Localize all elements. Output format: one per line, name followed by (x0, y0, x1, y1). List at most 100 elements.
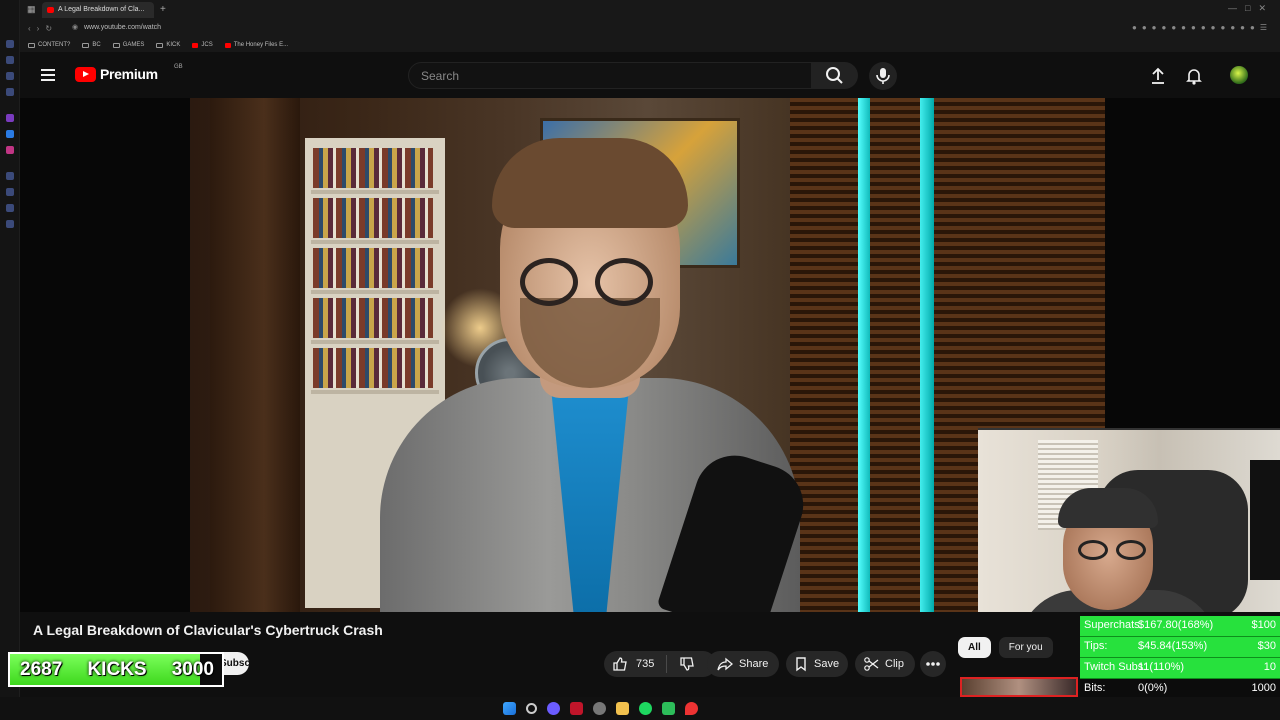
bookmark-item[interactable]: KICK (156, 42, 180, 48)
goal-target: $100 (1251, 619, 1276, 631)
like-dislike-group: 735 (604, 651, 716, 677)
related-video-thumbnail[interactable] (960, 677, 1078, 697)
taskbar-search-icon[interactable] (525, 703, 537, 714)
save-button[interactable]: Save (786, 651, 848, 677)
hamburger-menu-icon[interactable] (41, 69, 55, 81)
bookmark-label: The Honey Files E... (233, 42, 289, 48)
kicks-label: KICKS (87, 659, 147, 680)
browser-side-rail (0, 0, 20, 720)
dislike-button[interactable] (667, 656, 695, 672)
taskbar-app-icon[interactable] (684, 702, 698, 715)
bell-icon (1186, 69, 1202, 85)
goal-row: Twitch Subs: 11(110%) 10 (1080, 658, 1280, 678)
rail-icon[interactable] (6, 220, 14, 228)
scene-door (210, 98, 300, 612)
bookmark-label: GAMES (122, 42, 145, 48)
taskbar-app-icon[interactable] (592, 702, 606, 715)
rail-icon[interactable] (6, 40, 14, 48)
tab-title: A Legal Breakdown of Cla... (58, 6, 145, 13)
clip-button[interactable]: Clip (855, 651, 915, 677)
youtube-play-icon (75, 66, 96, 82)
like-button[interactable]: 735 (604, 656, 654, 672)
messenger-icon[interactable] (6, 130, 14, 138)
window-controls[interactable]: —□✕ (1228, 3, 1274, 14)
file-explorer-icon[interactable] (615, 702, 629, 715)
more-actions-button[interactable] (920, 651, 946, 677)
region-code: GB (174, 64, 183, 70)
rail-icon[interactable] (6, 204, 14, 212)
site-info-icon[interactable]: ◉ (72, 23, 78, 31)
opera-gx-icon[interactable] (546, 702, 560, 715)
tab-strip: ▦ A Legal Breakdown of Cla... + —□✕ (20, 0, 1280, 20)
goal-label: Twitch Subs: (1084, 661, 1147, 673)
thumbs-up-icon (613, 657, 627, 671)
goal-target: 1000 (1251, 682, 1276, 694)
folder-icon (82, 42, 90, 48)
address-bar-row: ‹›↻ ◉ www.youtube.com/watch ●●●●●●●●●●●●… (20, 20, 1280, 38)
share-button[interactable]: Share (707, 651, 779, 677)
rail-icon[interactable] (6, 88, 14, 96)
url-field[interactable]: www.youtube.com/watch (84, 24, 161, 31)
nav-buttons-icon[interactable]: ‹›↻ (28, 24, 58, 33)
instagram-icon[interactable] (6, 146, 14, 154)
upload-button[interactable] (1148, 66, 1168, 86)
related-filter-chips: All For you (958, 637, 1053, 658)
scene-light-strip (858, 98, 870, 612)
youtube-premium-logo[interactable]: Premium GB (75, 64, 183, 82)
goal-value: $167.80(168%) (1138, 619, 1214, 631)
folder-icon (112, 42, 120, 48)
account-avatar[interactable] (1230, 66, 1248, 84)
youtube-favicon-icon (47, 7, 54, 13)
share-icon (717, 657, 733, 671)
goal-label: Bits: (1084, 682, 1106, 694)
chip-for-you[interactable]: For you (998, 637, 1053, 658)
goal-row: Superchats: $167.80(168%) $100 (1080, 616, 1280, 636)
tab-menu-icon[interactable]: ▦ (27, 4, 36, 15)
rail-icon[interactable] (6, 56, 14, 64)
bookmark-item[interactable]: GAMES (112, 42, 145, 48)
goal-target: 10 (1263, 661, 1276, 673)
rail-icon[interactable] (6, 114, 14, 122)
extension-icons[interactable]: ●●●●●●●●●●●●●☰ (1132, 23, 1272, 32)
start-icon[interactable] (502, 702, 516, 715)
video-player[interactable] (20, 98, 1280, 612)
like-count: 735 (636, 658, 655, 670)
goal-row: Bits: 0(0%) 1000 (1080, 679, 1280, 699)
bookmark-label: CONTENT? (38, 42, 71, 48)
microphone-icon (876, 68, 890, 84)
kicks-goal-overlay: 2687 KICKS 3000 (8, 652, 224, 687)
rail-icon[interactable] (6, 188, 14, 196)
spotify-icon[interactable] (638, 702, 652, 715)
voice-search-button[interactable] (869, 62, 897, 90)
bookmark-item[interactable]: CONTENT? (28, 42, 70, 48)
video-title: A Legal Breakdown of Clavicular's Cybert… (33, 622, 383, 638)
new-tab-icon[interactable]: + (160, 4, 166, 15)
bookmark-item[interactable]: JCS (192, 42, 213, 48)
clip-label: Clip (885, 658, 904, 670)
active-tab[interactable]: A Legal Breakdown of Cla... (42, 2, 154, 18)
scissors-icon (864, 657, 879, 671)
save-label: Save (814, 658, 840, 670)
rail-icon[interactable] (6, 72, 14, 80)
upload-icon (1152, 67, 1164, 84)
bookmark-item[interactable]: BC (82, 42, 101, 48)
folder-icon (28, 42, 35, 48)
folder-icon (156, 42, 164, 48)
bookmark-label: JCS (201, 42, 213, 48)
kicks-goal: 3000 (171, 659, 214, 680)
search-input[interactable]: Search (408, 62, 812, 89)
youtube-header: Premium GB Search (20, 52, 1280, 98)
subscribe-label: Subscribe (220, 658, 249, 669)
search-button[interactable] (812, 62, 858, 89)
taskbar-app-icon[interactable] (569, 702, 583, 715)
bookmark-icon (796, 657, 806, 672)
youtube-icon (192, 42, 199, 48)
notifications-button[interactable] (1184, 66, 1204, 86)
video-frame[interactable] (190, 98, 1105, 612)
rail-icon[interactable] (6, 172, 14, 180)
xbox-icon[interactable] (661, 702, 675, 715)
bookmark-item[interactable]: The Honey Files E... (224, 42, 289, 48)
goal-label: Tips: (1084, 640, 1108, 652)
bookmark-label: BC (92, 42, 101, 48)
chip-all[interactable]: All (958, 637, 991, 658)
